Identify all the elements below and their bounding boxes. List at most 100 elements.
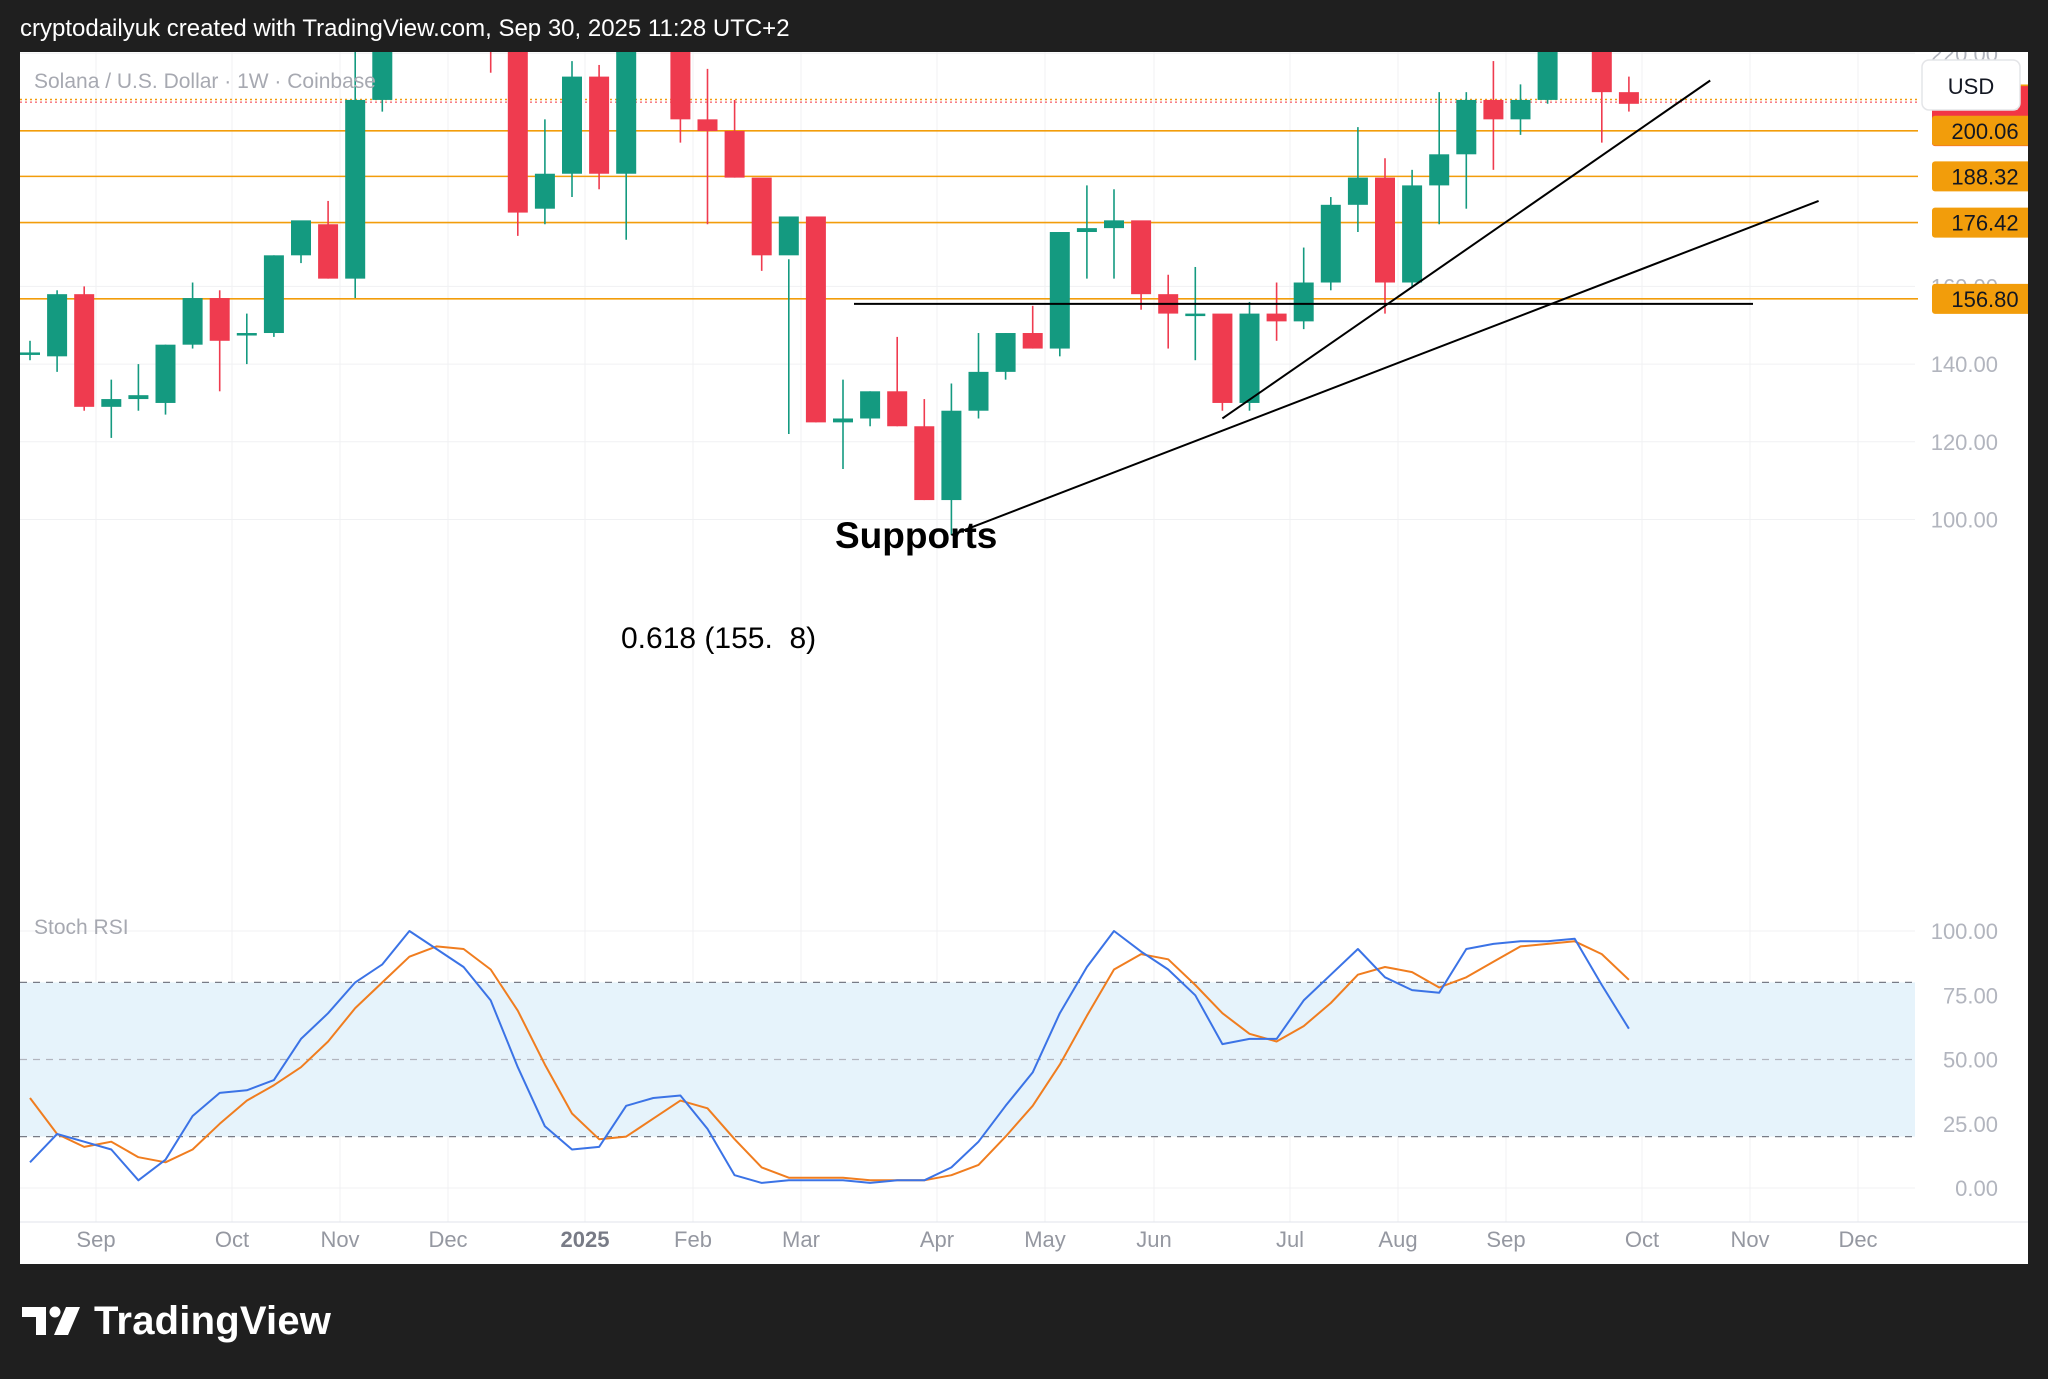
candle-body bbox=[1049, 232, 1070, 349]
candle bbox=[860, 391, 881, 427]
candle bbox=[236, 313, 257, 365]
candle bbox=[1402, 169, 1423, 287]
candle bbox=[589, 64, 610, 190]
candle-body bbox=[1402, 185, 1423, 283]
candle bbox=[1104, 189, 1124, 279]
currency-label: USD bbox=[1948, 74, 1994, 99]
candle bbox=[291, 220, 311, 264]
candle bbox=[182, 282, 203, 349]
candle-body bbox=[1022, 333, 1043, 349]
stoch-band bbox=[20, 982, 1915, 1137]
candle bbox=[1510, 84, 1531, 135]
tradingview-wordmark: TradingView bbox=[94, 1298, 332, 1343]
candle bbox=[1591, 0, 1612, 143]
candle-body bbox=[1537, 0, 1558, 100]
candle-body bbox=[263, 255, 284, 334]
candle-body bbox=[1375, 177, 1395, 283]
time-tick-label: Nov bbox=[1730, 1227, 1769, 1252]
stoch-axis[interactable]: 100.00 75.00 50.00 25.00 0.00 bbox=[1931, 919, 1998, 1201]
candle bbox=[263, 255, 284, 337]
candle bbox=[1185, 266, 1206, 361]
candle bbox=[616, 0, 637, 240]
currency-button[interactable]: USD bbox=[1921, 59, 2021, 111]
candle bbox=[1212, 313, 1233, 411]
candle bbox=[209, 290, 230, 392]
candle-body bbox=[670, 0, 691, 120]
price-tick-label: 120.00 bbox=[1931, 430, 1998, 455]
candle bbox=[995, 333, 1016, 380]
candle bbox=[1537, 0, 1558, 104]
chart-panel[interactable]: 100.00120.00140.00160.00220.00240.00260.… bbox=[20, 0, 2038, 1264]
candle bbox=[670, 0, 691, 143]
candle-body bbox=[1320, 204, 1341, 283]
time-tick-label: Dec bbox=[428, 1227, 467, 1252]
candle bbox=[1293, 247, 1314, 330]
time-tick-label: Sep bbox=[1486, 1227, 1525, 1252]
candle bbox=[1618, 76, 1639, 112]
candle-body bbox=[860, 391, 881, 419]
stoch-tick-label: 100.00 bbox=[1931, 919, 1998, 944]
candle-body bbox=[1347, 177, 1368, 205]
candle-body bbox=[47, 294, 68, 357]
candle bbox=[1076, 185, 1097, 279]
candle bbox=[74, 286, 95, 411]
candle bbox=[1022, 305, 1043, 349]
candle-body bbox=[616, 0, 637, 174]
candle-body bbox=[1429, 154, 1450, 186]
time-axis[interactable]: Sep Oct Nov Dec 2025 Feb Mar Apr May Jun Jul Aug Sep… bbox=[20, 1221, 2028, 1252]
candle bbox=[968, 333, 989, 419]
candle bbox=[20, 340, 40, 361]
candle-body bbox=[155, 344, 176, 403]
candle bbox=[128, 364, 149, 411]
candle-body bbox=[101, 399, 122, 407]
candle-body bbox=[1456, 99, 1477, 155]
candle-body bbox=[1266, 313, 1287, 322]
candle bbox=[507, 26, 528, 236]
candle bbox=[1320, 197, 1341, 291]
candle bbox=[47, 290, 68, 372]
fib-label: 0.618 (155. 8) bbox=[621, 622, 816, 655]
candle bbox=[914, 399, 935, 501]
candle bbox=[1375, 158, 1395, 314]
time-tick-label: Feb bbox=[674, 1227, 712, 1252]
chart-canvas[interactable]: 100.00120.00140.00160.00220.00240.00260.… bbox=[20, 0, 2038, 1264]
candle-body bbox=[697, 119, 718, 131]
candle bbox=[1131, 220, 1152, 310]
candle-body bbox=[1293, 282, 1314, 322]
candle-body bbox=[1076, 228, 1097, 233]
candle-body bbox=[968, 371, 989, 411]
footer-brand: TradingView bbox=[22, 1296, 331, 1346]
time-tick-label: Mar bbox=[782, 1227, 820, 1252]
candle-body bbox=[20, 352, 40, 355]
time-tick-label: Oct bbox=[1625, 1227, 1659, 1252]
candle-body bbox=[1618, 92, 1639, 104]
candle bbox=[1456, 92, 1477, 209]
candle bbox=[155, 344, 176, 415]
time-tick-label: Sep bbox=[76, 1227, 115, 1252]
candle bbox=[778, 216, 799, 435]
candle-body bbox=[724, 131, 745, 178]
price-tag-label: 156.80 bbox=[1951, 287, 2018, 312]
candle-body bbox=[1104, 220, 1124, 229]
candle-body bbox=[1510, 99, 1531, 120]
time-tick-label: Dec bbox=[1838, 1227, 1877, 1252]
time-tick-label: Apr bbox=[920, 1227, 954, 1252]
price-tag-200.06: 200.06 bbox=[1932, 115, 2038, 146]
candle-body bbox=[74, 294, 95, 407]
stoch-tick-label: 75.00 bbox=[1943, 983, 1998, 1008]
time-tick-label: Jul bbox=[1276, 1227, 1304, 1252]
trendlines bbox=[854, 79, 1819, 536]
supports-annotation: Supports bbox=[835, 515, 997, 556]
price-tag-156.80: 156.80 bbox=[1932, 283, 2038, 314]
candle-body bbox=[534, 173, 555, 209]
candle-body bbox=[995, 333, 1016, 372]
candle bbox=[887, 336, 908, 427]
price-tag-188.32: 188.32 bbox=[1932, 161, 2038, 192]
stoch-tick-label: 0.00 bbox=[1955, 1176, 1998, 1201]
candle-body bbox=[1483, 99, 1504, 120]
price-tag-label: 200.06 bbox=[1951, 119, 2018, 144]
price-tick-label: 140.00 bbox=[1931, 352, 1998, 377]
candle-body bbox=[778, 216, 799, 256]
candle bbox=[101, 379, 122, 438]
time-tick-label: May bbox=[1024, 1227, 1066, 1252]
